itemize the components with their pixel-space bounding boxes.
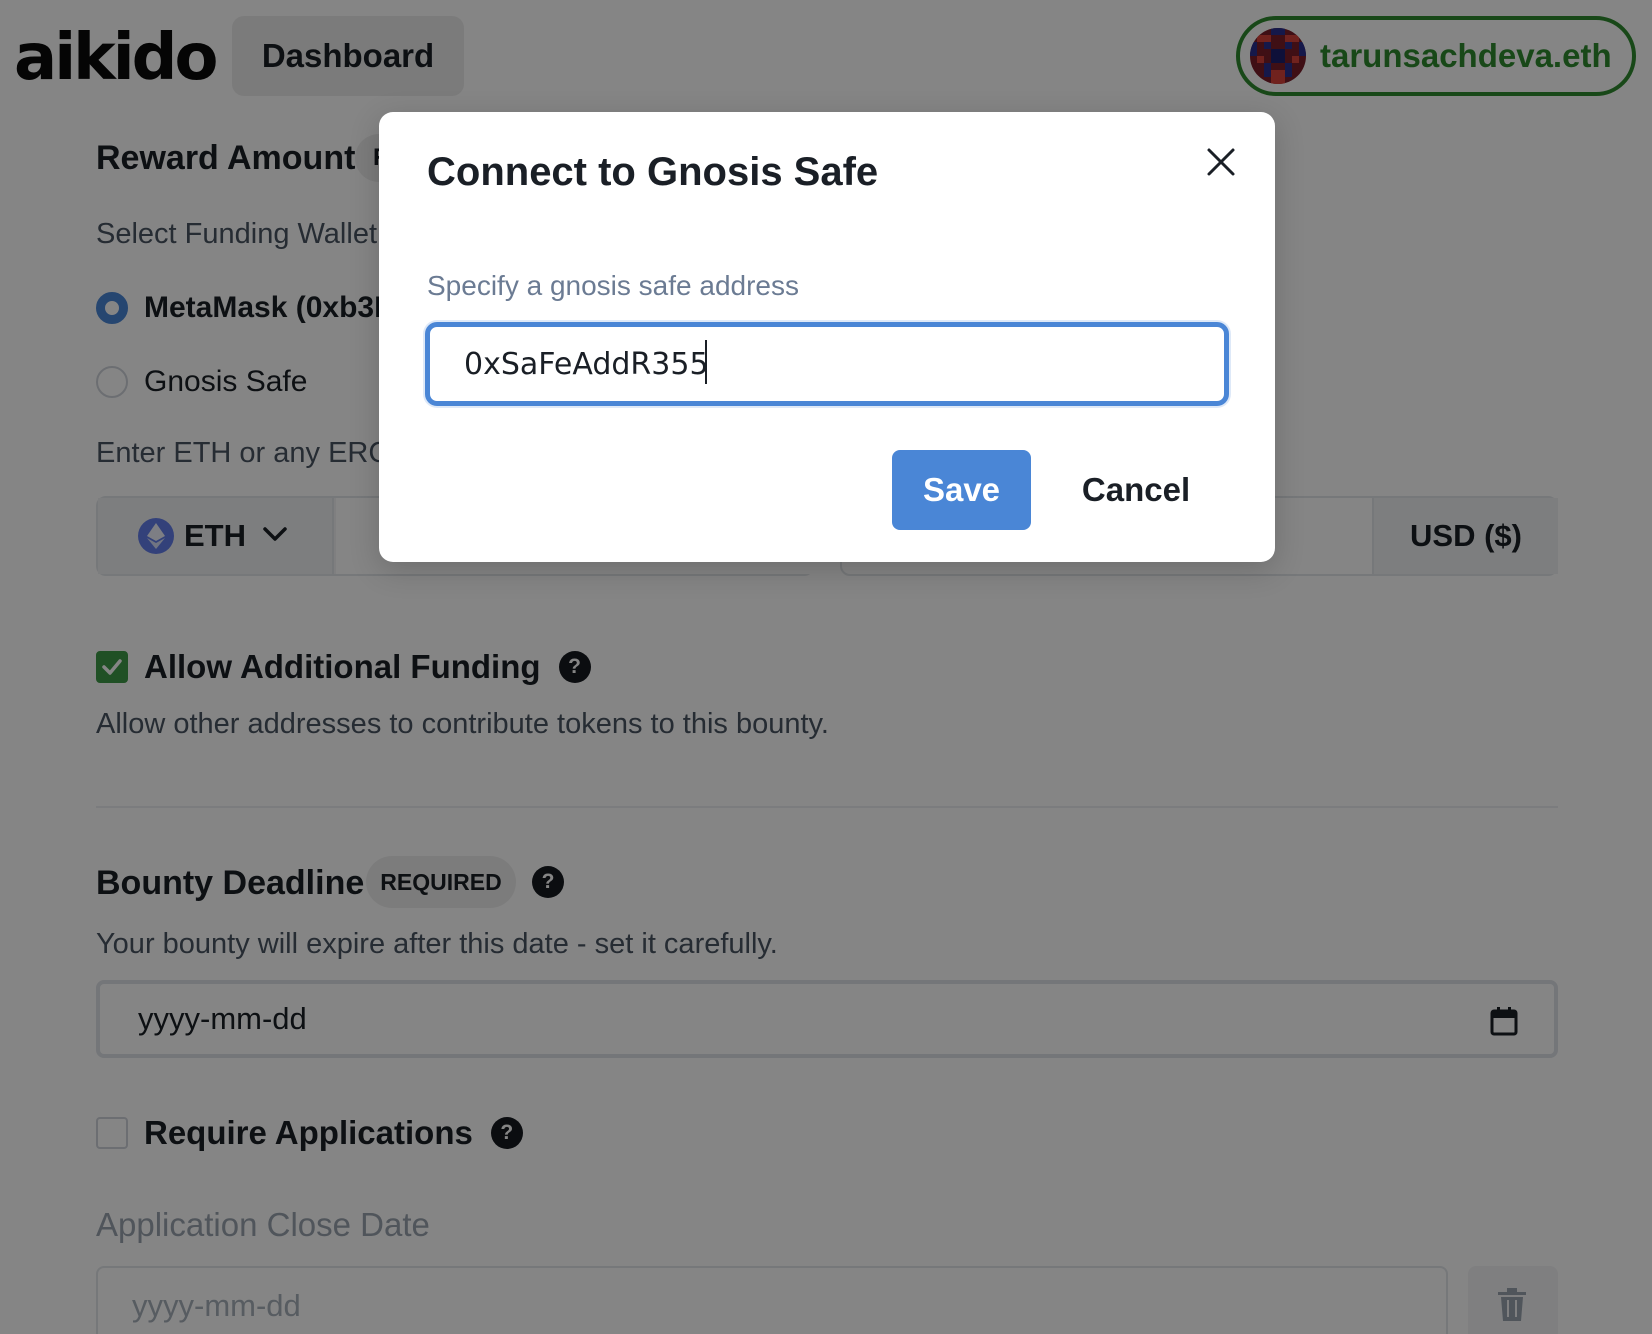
safe-address-label: Specify a gnosis safe address bbox=[427, 270, 799, 301]
text-caret bbox=[705, 340, 707, 384]
modal-title: Connect to Gnosis Safe bbox=[427, 150, 879, 194]
save-button[interactable]: Save bbox=[892, 450, 1031, 530]
close-icon[interactable] bbox=[1201, 142, 1241, 182]
safe-address-input[interactable] bbox=[425, 322, 1229, 406]
gnosis-safe-modal: Connect to Gnosis Safe Specify a gnosis … bbox=[379, 112, 1275, 562]
cancel-button[interactable]: Cancel bbox=[1051, 450, 1221, 530]
